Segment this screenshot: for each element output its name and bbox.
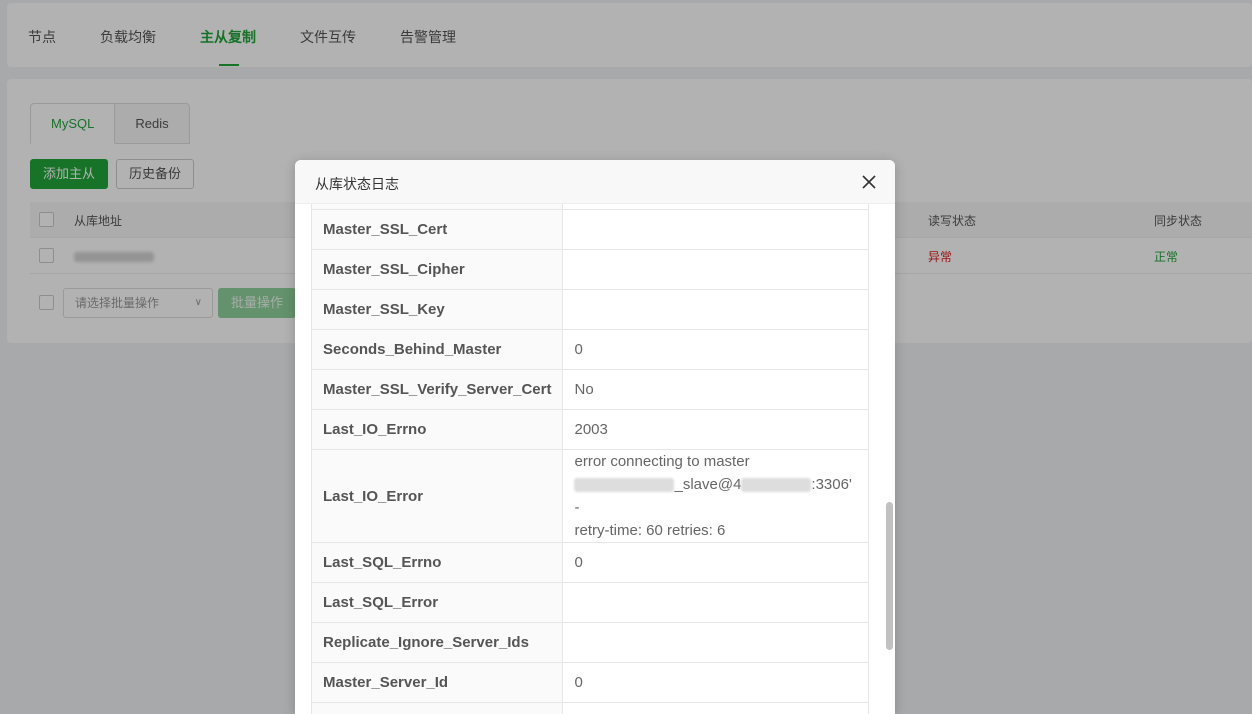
slave-status-log-modal: 从库状态日志 Master_SSL_Cert Master_SSL_Cipher: [295, 160, 895, 714]
status-key: Master_SSL_Cert: [310, 209, 564, 250]
table-row: Master_Server_Id 0: [310, 662, 869, 703]
table-row: Master_SSL_Cipher: [310, 249, 869, 290]
status-value: [562, 209, 869, 250]
io-error-user: _slave@4: [674, 476, 742, 493]
status-value: [562, 622, 869, 663]
status-key: Master_SSL_Key: [310, 289, 564, 330]
status-key: Replicate_Ignore_Server_Ids: [310, 622, 564, 663]
modal-title: 从库状态日志: [315, 176, 399, 192]
io-error-line2: _slave@4:3306' -: [574, 473, 857, 519]
modal-scrollbar[interactable]: [886, 204, 894, 714]
table-row: Last_SQL_Error: [310, 582, 869, 623]
status-value: No: [562, 369, 869, 410]
status-key: Master_SSL_Cipher: [310, 249, 564, 290]
modal-header: 从库状态日志: [295, 160, 895, 204]
table-row: Master_SSL_Verify_Server_Cert No: [310, 369, 869, 410]
io-error-line1: error connecting to master: [574, 453, 750, 470]
table-row: Last_SQL_Errno 0: [310, 542, 869, 583]
table-row: Master_SSL_Cert: [310, 209, 869, 250]
table-row: Seconds_Behind_Master 0: [310, 329, 869, 370]
table-row: [310, 702, 869, 714]
status-value: [562, 702, 869, 714]
status-key: Master_Server_Id: [310, 662, 564, 703]
table-row: Last_IO_Error error connecting to master…: [310, 449, 869, 543]
status-table-scroll[interactable]: Master_SSL_Cert Master_SSL_Cipher Master…: [310, 204, 869, 714]
status-key: Last_IO_Error: [310, 449, 564, 543]
status-key: Last_SQL_Error: [310, 582, 564, 623]
status-key: [310, 702, 564, 714]
status-value: 0: [562, 662, 869, 703]
status-value: [562, 289, 869, 330]
scrollbar-thumb[interactable]: [886, 502, 893, 650]
last-io-error-value: error connecting to master _slave@4:3306…: [562, 449, 869, 543]
io-error-line3: retry-time: 60 retries: 6: [574, 522, 726, 539]
status-key: Master_SSL_Verify_Server_Cert: [310, 369, 564, 410]
table-row: Master_SSL_Key: [310, 289, 869, 330]
status-value: [562, 582, 869, 623]
status-value: 2003: [562, 409, 869, 450]
modal-body: Master_SSL_Cert Master_SSL_Cipher Master…: [295, 204, 895, 714]
table-row: Replicate_Ignore_Server_Ids: [310, 622, 869, 663]
status-table: Master_SSL_Cert Master_SSL_Cipher Master…: [310, 204, 869, 714]
status-value: [562, 249, 869, 290]
status-key: Last_IO_Errno: [310, 409, 564, 450]
status-value: 0: [562, 329, 869, 370]
status-value: 0: [562, 542, 869, 583]
close-icon[interactable]: [860, 173, 878, 191]
status-key: Seconds_Behind_Master: [310, 329, 564, 370]
status-key: Last_SQL_Errno: [310, 542, 564, 583]
table-row: Last_IO_Errno 2003: [310, 409, 869, 450]
